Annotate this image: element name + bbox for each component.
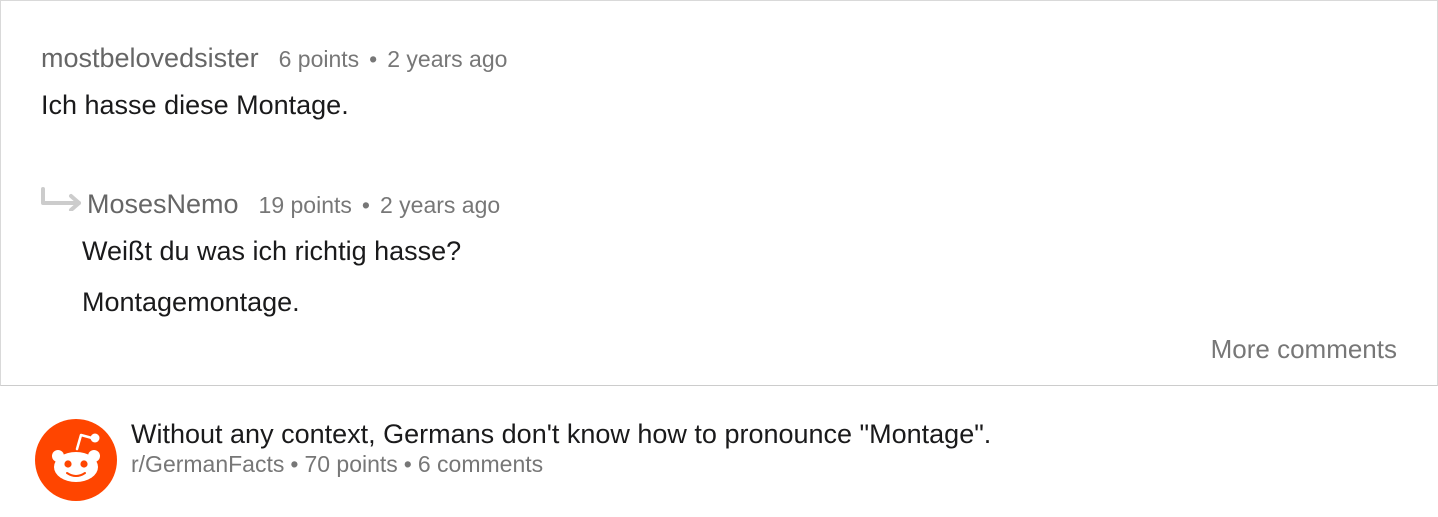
- comment-header: mostbelovedsister 6 points • 2 years ago: [41, 43, 507, 74]
- post-points: 70 points: [304, 451, 398, 477]
- post-meta: r/GermanFacts • 70 points • 6 comments: [131, 451, 543, 478]
- meta-separator: •: [369, 46, 378, 72]
- reply-arrow-icon: [41, 187, 81, 211]
- reply-body-line: Montagemontage.: [82, 287, 300, 317]
- reply-header: MosesNemo 19 points • 2 years ago: [87, 189, 500, 220]
- meta-separator: •: [290, 451, 299, 477]
- comment-body: Ich hasse diese Montage.: [41, 90, 349, 120]
- comment-age: 2 years ago: [387, 46, 508, 72]
- reply-body-line: Weißt du was ich richtig hasse?: [82, 236, 462, 266]
- post-footer[interactable]: Without any context, Germans don't know …: [0, 386, 1438, 517]
- post-title[interactable]: Without any context, Germans don't know …: [131, 419, 991, 450]
- comments-card: mostbelovedsister 6 points • 2 years ago…: [0, 0, 1438, 386]
- meta-separator: •: [361, 192, 370, 218]
- meta-separator: •: [403, 451, 412, 477]
- comment-author[interactable]: mostbelovedsister: [41, 43, 259, 74]
- comment-points: 6 points: [278, 46, 360, 72]
- reply-age: 2 years ago: [379, 192, 501, 218]
- reddit-logo-icon: [35, 419, 117, 501]
- post-comments-count[interactable]: 6 comments: [418, 451, 543, 477]
- reply-points: 19 points: [258, 192, 352, 218]
- post-subreddit[interactable]: r/GermanFacts: [131, 451, 284, 477]
- reply-author[interactable]: MosesNemo: [87, 189, 239, 220]
- more-comments-link[interactable]: More comments: [1211, 334, 1397, 365]
